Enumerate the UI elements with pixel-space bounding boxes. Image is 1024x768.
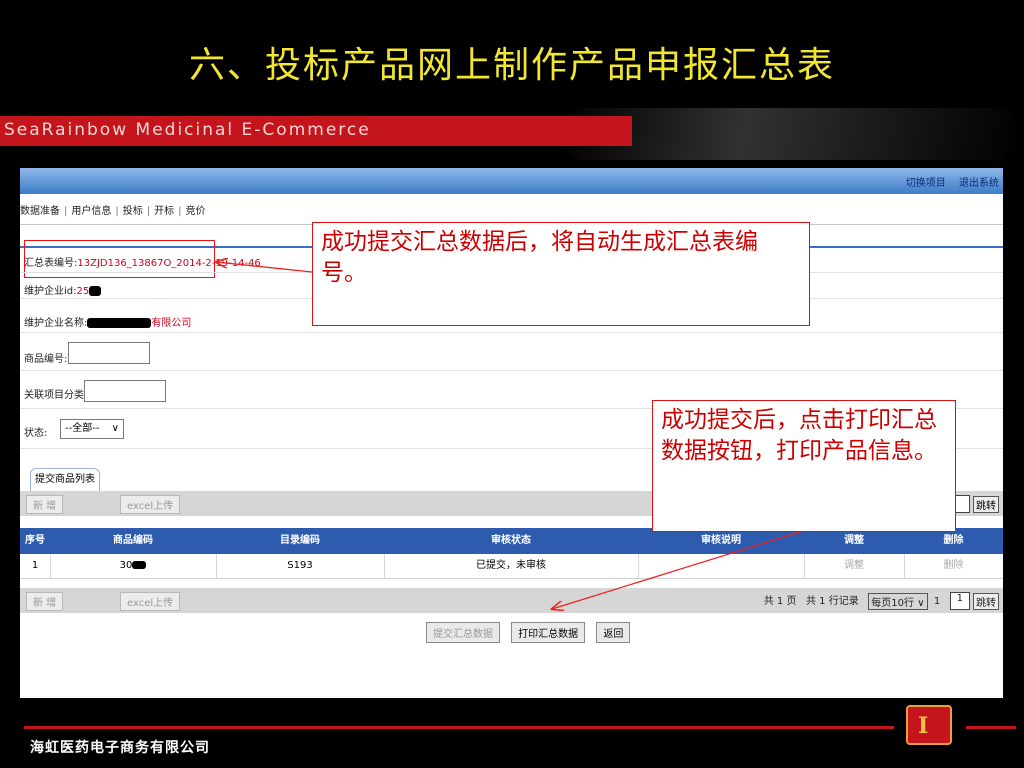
company-logo: I [906, 705, 952, 745]
callout-summary-code: 成功提交汇总数据后，将自动生成汇总表编号。 [312, 222, 810, 326]
logo-mark: I [918, 713, 929, 739]
arrow-to-summary-code [216, 262, 313, 273]
callout-arrows [0, 0, 807, 768]
arrow-to-print-button [552, 529, 807, 609]
footer-company-name: 海虹医药电子商务有限公司 [30, 740, 210, 756]
footer-rule [24, 726, 894, 729]
footer-rule-right [966, 726, 1016, 729]
callout-print-instruction: 成功提交后，点击打印汇总数据按钮，打印产品信息。 [652, 400, 956, 532]
